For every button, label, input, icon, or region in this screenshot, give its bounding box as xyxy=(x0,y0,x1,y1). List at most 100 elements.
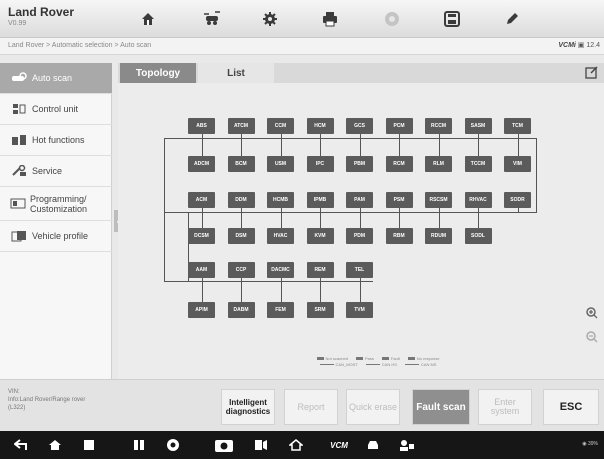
ecu-bcm[interactable]: BCM xyxy=(227,156,255,172)
ecu-aam[interactable]: AAM xyxy=(188,262,215,278)
bus-line xyxy=(164,212,537,213)
sidebar-item-programming[interactable]: Programming/ Customization xyxy=(0,187,112,221)
ecu-pcm[interactable]: PCM xyxy=(385,118,413,134)
recents-icon[interactable] xyxy=(80,436,98,454)
back-icon[interactable] xyxy=(12,436,30,454)
home-icon[interactable] xyxy=(46,436,64,454)
ecu-tcm[interactable]: TCM xyxy=(504,118,531,134)
intelligent-diagnostics-button[interactable]: Intelligent diagnostics xyxy=(221,389,275,425)
bus-line xyxy=(320,212,321,228)
ecu-hcm[interactable]: HCM xyxy=(306,118,334,134)
topology-legend: Not scanned Pass Fault No response CAN_M… xyxy=(268,355,488,367)
ecu-abs[interactable]: ABS xyxy=(188,118,215,134)
sidebar-item-hot-functions[interactable]: Hot functions xyxy=(0,125,112,156)
home-button[interactable] xyxy=(124,3,172,35)
sidebar-item-label: Hot functions xyxy=(32,135,85,145)
sidebar-item-auto-scan[interactable]: Auto scan xyxy=(0,63,112,94)
print-button[interactable] xyxy=(306,3,354,35)
ecu-ipc[interactable]: IPC xyxy=(306,156,334,172)
ecu-adcm[interactable]: ADCM xyxy=(188,156,215,172)
annotate-button[interactable] xyxy=(585,66,598,84)
car-icon[interactable] xyxy=(364,436,382,454)
ecu-kvm[interactable]: KVM xyxy=(306,228,334,244)
fault-scan-button[interactable]: Fault scan xyxy=(412,389,470,425)
ecu-hvac[interactable]: HVAC xyxy=(267,228,294,244)
bus-line xyxy=(164,138,165,282)
tab-topology[interactable]: Topology xyxy=(120,63,196,83)
bus-line xyxy=(280,212,282,228)
vcm-icon[interactable]: VCM xyxy=(326,436,352,454)
ecu-acm[interactable]: ACM xyxy=(188,192,215,208)
ecu-fem[interactable]: FEM xyxy=(267,302,294,318)
ecu-vim[interactable]: VIM xyxy=(504,156,531,172)
top-toolbar: Land Rover V0.99 xyxy=(0,0,604,38)
ecu-sodr[interactable]: SODR xyxy=(504,192,531,208)
ecu-atcm[interactable]: ATCM xyxy=(227,118,255,134)
sidebar-item-label: Auto scan xyxy=(32,73,73,83)
legend-item: Fault xyxy=(381,356,400,361)
vehicle-swap-button[interactable] xyxy=(188,3,236,35)
browser-icon[interactable] xyxy=(164,436,182,454)
ecu-rscsm[interactable]: RSCSM xyxy=(425,192,452,208)
edit-note-icon xyxy=(585,66,598,79)
bus-line xyxy=(241,212,242,228)
ecu-tel[interactable]: TEL xyxy=(346,262,373,278)
ecu-rhvac[interactable]: RHVAC xyxy=(464,192,492,208)
ecu-rccm[interactable]: RCCM xyxy=(425,118,452,134)
user-group-icon[interactable] xyxy=(398,436,416,454)
ecu-dacmc[interactable]: DACMC xyxy=(267,262,294,278)
ecu-rdum[interactable]: RDUM xyxy=(425,228,452,244)
help-button[interactable] xyxy=(368,3,416,35)
ecu-pdm[interactable]: PDM xyxy=(346,228,373,244)
control-unit-icon xyxy=(10,102,28,116)
ecu-apim[interactable]: APIM xyxy=(188,302,215,318)
save-button[interactable] xyxy=(428,3,476,35)
ecu-psm[interactable]: PSM xyxy=(385,192,413,208)
ecu-tvm[interactable]: TVM xyxy=(346,302,373,318)
ecu-sodl[interactable]: SODL xyxy=(464,228,492,244)
ecu-ccp[interactable]: CCP xyxy=(227,262,255,278)
tab-list[interactable]: List xyxy=(198,63,274,83)
ecu-pbm[interactable]: PBM xyxy=(346,156,373,172)
breadcrumb-bar: Land Rover > Automatic selection > Auto … xyxy=(0,38,604,55)
sidebar-item-control-unit[interactable]: Control unit xyxy=(0,94,112,125)
esc-button[interactable]: ESC xyxy=(543,389,599,425)
camera-icon[interactable] xyxy=(211,436,237,454)
ecu-gcs[interactable]: GCS xyxy=(346,118,373,134)
ecu-rem[interactable]: REM xyxy=(306,262,334,278)
zoom-in-icon xyxy=(586,307,598,319)
sidebar-item-service[interactable]: Service xyxy=(0,156,112,187)
sidebar: Auto scan Control unit Hot functions Ser… xyxy=(0,63,112,379)
ecu-tccm[interactable]: TCCM xyxy=(464,156,492,172)
ecu-ccm[interactable]: CCM xyxy=(267,118,294,134)
ecu-srm[interactable]: SRM xyxy=(306,302,334,318)
ecu-hcmb[interactable]: HCMB xyxy=(267,192,294,208)
zoom-in-button[interactable] xyxy=(584,305,600,321)
ecu-usm[interactable]: USM xyxy=(267,156,294,172)
ecu-dsm[interactable]: DSM xyxy=(227,228,255,244)
edit-button[interactable] xyxy=(488,3,536,35)
quick-erase-button[interactable]: Quick erase xyxy=(346,389,400,425)
bus-line xyxy=(399,138,400,156)
ecu-rbm[interactable]: RBM xyxy=(385,228,413,244)
ecu-rlm[interactable]: RLM xyxy=(425,156,452,172)
media-icon[interactable] xyxy=(252,436,270,454)
sidebar-item-vehicle-profile[interactable]: Vehicle profile xyxy=(0,221,112,252)
ecu-ddm[interactable]: DDM xyxy=(227,192,255,208)
enter-system-button[interactable]: Enter system xyxy=(478,389,532,425)
ecu-sasm[interactable]: SASM xyxy=(464,118,492,134)
bus-line xyxy=(320,138,321,156)
vehicle-info: VIN: Info:Land Rover/Range rover (L322) xyxy=(8,388,158,412)
ecu-rcm[interactable]: RCM xyxy=(385,156,413,172)
ecu-dabm[interactable]: DABM xyxy=(227,302,255,318)
report-button[interactable]: Report xyxy=(284,389,338,425)
vehicle-swap-icon xyxy=(204,11,220,25)
grid-icon[interactable] xyxy=(130,436,148,454)
settings-button[interactable] xyxy=(246,3,294,35)
ecu-ipmb[interactable]: IPMB xyxy=(306,192,334,208)
house-icon[interactable] xyxy=(287,436,305,454)
bus-line xyxy=(201,138,203,156)
ecu-pam[interactable]: PAM xyxy=(346,192,373,208)
ecu-dcsm[interactable]: DCSM xyxy=(188,228,215,244)
zoom-out-button[interactable] xyxy=(584,329,600,345)
